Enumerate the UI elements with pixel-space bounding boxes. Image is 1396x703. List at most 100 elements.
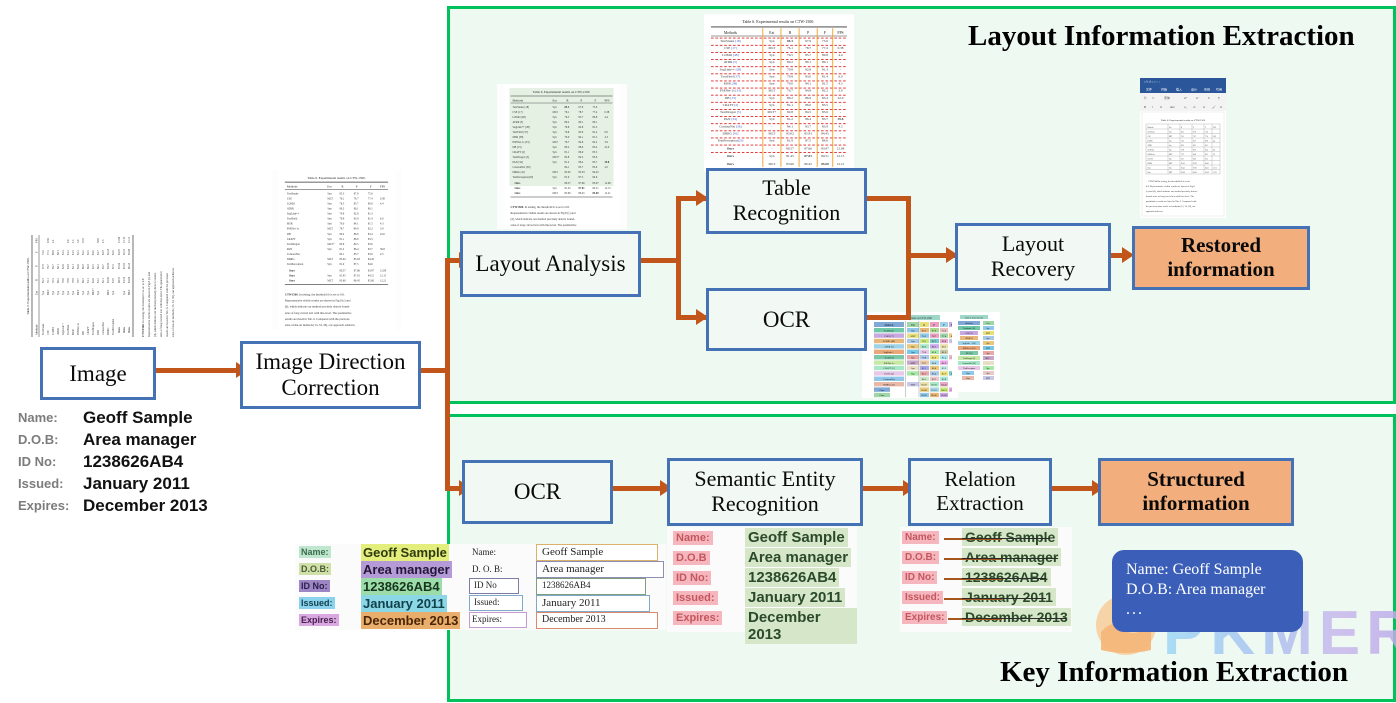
svg-text:83.6: 83.6 [593, 156, 598, 159]
box-relation-extraction[interactable]: Relation Extraction [908, 458, 1052, 526]
box-image-direction-correction[interactable]: Image Direction Correction [240, 341, 421, 409]
svg-text:4.5: 4.5 [838, 124, 843, 128]
svg-text:TextDragon: TextDragon [92, 322, 95, 335]
id-card-source: Name: Geoff Sample D.O.B: Area manager I… [14, 408, 264, 515]
svg-text:12.08: 12.08 [605, 182, 612, 185]
svg-text:DRRG: DRRG [287, 258, 295, 261]
svg-text:A⁺: A⁺ [1184, 96, 1188, 100]
svg-text:Syn: Syn [769, 103, 775, 107]
svg-text:Syn: Syn [87, 290, 90, 295]
svg-text:-: - [840, 103, 841, 107]
svg-text:quantitative results are liste: quantitative results are listed in Tab. … [1146, 200, 1197, 203]
svg-text:80.2: 80.2 [340, 207, 345, 210]
svg-text:SegLink++ [28]: SegLink++ [28] [513, 126, 530, 129]
svg-text:85.00: 85.00 [368, 279, 375, 282]
svg-text:插入: 插入 [1176, 87, 1182, 92]
svg-text:Syn: Syn [112, 290, 115, 295]
svg-text:0.38: 0.38 [1213, 136, 1216, 138]
svg-text:82.8: 82.8 [62, 264, 65, 269]
svg-text:87.81: 87.81 [804, 154, 812, 158]
svg-text:39.8: 39.8 [605, 161, 610, 164]
svg-text:85.3: 85.3 [565, 106, 570, 109]
svg-text:TextDragon [5]: TextDragon [5] [513, 156, 530, 159]
svg-text:MLT: MLT [553, 111, 559, 114]
box-semantic-entity-recognition-line2: Recognition [711, 491, 819, 516]
svg-text:A: A [1203, 105, 1205, 109]
svg-text:81.3: 81.3 [593, 126, 598, 129]
svg-text:80.1: 80.1 [1205, 145, 1208, 147]
svg-text:4.4: 4.4 [1213, 141, 1215, 143]
svg-text:Ours: Ours [880, 389, 885, 392]
svg-text:x²: x² [1193, 105, 1196, 109]
svg-text:MLT: MLT [768, 89, 775, 93]
box-restored-information[interactable]: Restored information [1132, 226, 1310, 290]
svg-text:bound- aries of long curved te: bound- aries of long curved text with li… [1146, 195, 1194, 198]
ocr-result-b-svg: Table 6. Experimental Methods Ext TextSn… [952, 312, 1000, 392]
svg-text:Syn: Syn [52, 290, 55, 295]
box-ocr-bottom[interactable]: OCR [462, 460, 613, 524]
rotated-document-svg: Table 6. Experimental results on CTW-150… [20, 228, 178, 343]
box-table-recognition[interactable]: Table Recognition [706, 168, 867, 234]
svg-text:-: - [840, 110, 841, 114]
svg-text:CTW1500.In testing, the thresh: CTW1500.In testing, the threshold tb is … [1148, 180, 1191, 183]
svg-text:TextSnake: TextSnake [1148, 132, 1155, 134]
svg-text:Syn: Syn [72, 290, 75, 295]
svg-text:B: B [1144, 105, 1146, 109]
svg-text:80.1: 80.1 [1193, 145, 1196, 147]
svg-text:80.2: 80.2 [1181, 145, 1184, 147]
svg-text:Ext: Ext [987, 323, 990, 325]
svg-text:FPS: FPS [35, 238, 39, 243]
box-image[interactable]: Image [40, 347, 156, 400]
svg-text:Methods: Methods [35, 324, 39, 335]
svg-text:Syn: Syn [1169, 150, 1172, 152]
box-semantic-entity-recognition[interactable]: Semantic Entity Recognition [667, 458, 863, 526]
svg-text:83.60: 83.60 [1181, 172, 1185, 174]
svg-text:MSR [38]: MSR [38] [513, 136, 524, 139]
ocr-result-a-svg: Table 6. Experimental results on CTW-150… [862, 312, 958, 398]
svg-text:Syn: Syn [1169, 132, 1172, 134]
svg-text:Syn: Syn [553, 187, 558, 190]
svg-text:81.9: 81.9 [787, 139, 793, 143]
arrow-layout-split-vertical [676, 196, 681, 320]
ocr-det-value-3: January 2011 [361, 595, 447, 612]
svg-text:67.9: 67.9 [805, 39, 811, 43]
box-restored-information-line1: Restored [1180, 233, 1262, 258]
svg-text:79.8: 79.8 [62, 278, 65, 283]
svg-text:SegLink++ [28]: SegLink++ [28] [720, 67, 742, 71]
box-layout-analysis[interactable]: Layout Analysis [460, 231, 641, 297]
re-value-3: January 2011 [962, 588, 1056, 606]
svg-text:Table 6. Experimental results: Table 6. Experimental results on CTW-150… [533, 90, 590, 94]
svg-text:83.02: 83.02 [107, 276, 110, 283]
svg-text:84.1: 84.1 [805, 82, 811, 86]
svg-text:81.4: 81.4 [822, 74, 828, 78]
svg-text:39.8: 39.8 [380, 248, 385, 251]
svg-text:12.21: 12.21 [380, 279, 387, 282]
svg-text:-: - [771, 146, 772, 150]
svg-text:86.4: 86.4 [579, 161, 584, 164]
svg-text:76.1: 76.1 [340, 197, 345, 200]
svg-text:77.4: 77.4 [822, 46, 828, 50]
svg-text:Ours: Ours [123, 327, 126, 333]
box-structured-information[interactable]: Structured information [1098, 458, 1294, 526]
structured-information-bubble: Name: Geoff Sample D.O.B: Area manager .… [1112, 550, 1303, 632]
svg-text:86.45: 86.45 [128, 262, 131, 269]
svg-text:85.00: 85.00 [1205, 172, 1209, 174]
svg-text:FPS: FPS [380, 185, 385, 189]
svg-text:85.7: 85.7 [354, 202, 359, 205]
box-layout-recovery[interactable]: Layout Recovery [955, 223, 1111, 291]
svg-text:82.2: 82.2 [593, 141, 598, 144]
svg-text:80.8: 80.8 [822, 53, 828, 57]
arrow-merge-vertical [906, 196, 911, 320]
svg-text:SegLink++: SegLink++ [884, 351, 895, 354]
svg-text:86.0: 86.0 [87, 264, 90, 269]
svg-text:ATRR: ATRR [287, 207, 294, 210]
svg-text:83.60: 83.60 [340, 279, 347, 282]
svg-text:77.4: 77.4 [1205, 136, 1208, 138]
box-ocr-top[interactable]: OCR [706, 288, 867, 351]
ser-value-1: Area manager [745, 548, 852, 567]
svg-text:84.6: 84.6 [822, 139, 828, 143]
svg-text:12.15: 12.15 [837, 154, 845, 158]
svg-text:ContourNet [36]: ContourNet [36] [513, 166, 531, 169]
id-card-value-1: Area manager [83, 430, 197, 449]
svg-text:81.45: 81.45 [565, 187, 572, 190]
